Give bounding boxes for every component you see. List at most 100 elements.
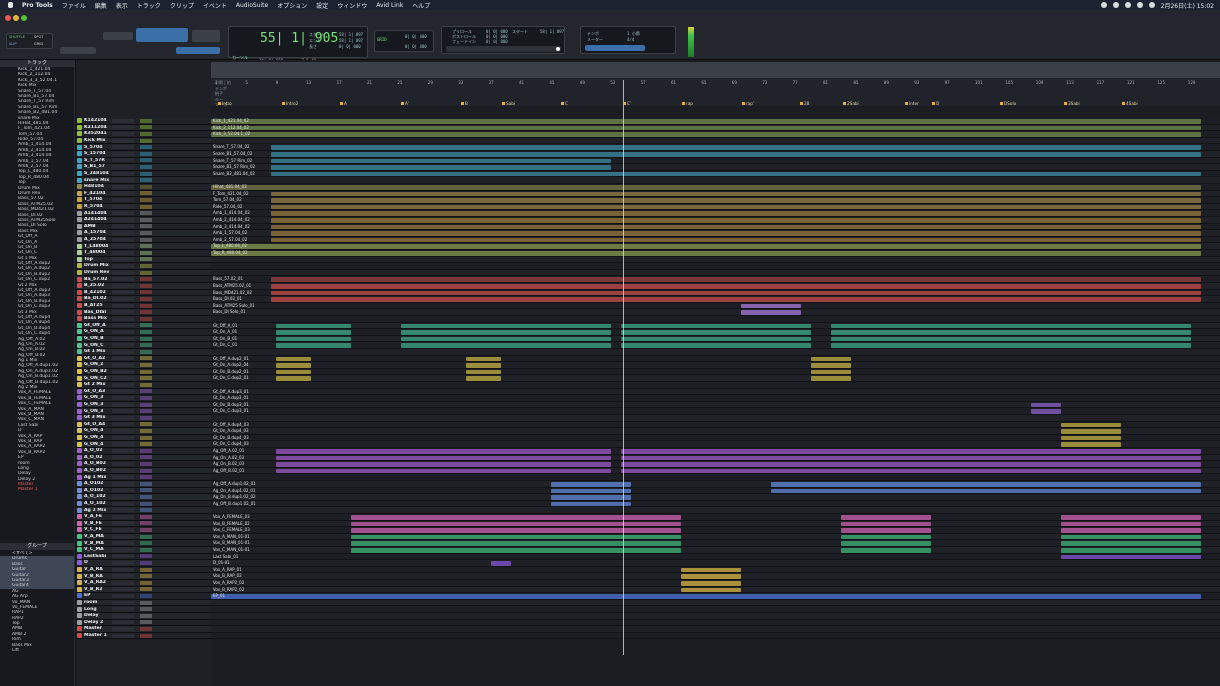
status-icon[interactable] — [1112, 2, 1119, 8]
track-buttons[interactable] — [112, 277, 134, 282]
audio-clip[interactable] — [271, 277, 1201, 282]
audio-clip[interactable] — [1061, 521, 1201, 527]
insert-slot[interactable] — [140, 244, 152, 249]
track-lane[interactable]: Gt_Off_A_01 — [211, 322, 1220, 330]
track-name[interactable]: A_O_B02 — [82, 461, 110, 466]
track-header-row[interactable]: V_B_RA — [76, 573, 211, 580]
grid-mode-button[interactable]: GRID — [34, 42, 43, 46]
track-header-row[interactable]: G_ON_B — [76, 335, 211, 343]
audio-clip[interactable] — [276, 376, 311, 381]
audio-clip[interactable] — [551, 495, 631, 500]
insert-slot[interactable] — [140, 382, 152, 387]
track-lane[interactable]: Gt_On_A_01 — [211, 329, 1220, 336]
track-lane[interactable]: Vox_B_FEMALE_02 — [211, 520, 1220, 528]
audio-clip[interactable] — [551, 501, 631, 507]
track-lane[interactable]: Ag_On_A.02_03 — [211, 454, 1220, 462]
track-header-row[interactable]: Master 1 — [76, 632, 211, 640]
track-name[interactable]: R_5704 — [82, 204, 110, 209]
track-lane[interactable] — [211, 256, 1220, 264]
track-name[interactable]: Gt 3 Mix — [82, 415, 110, 420]
edit-tools[interactable] — [136, 28, 188, 42]
audio-clip[interactable] — [276, 323, 351, 329]
track-lane[interactable]: Amb_2_414.04_02 — [211, 217, 1220, 224]
track-header-row[interactable]: G_ON_C — [76, 342, 211, 349]
audio-clip[interactable] — [351, 534, 681, 540]
zoom-buttons[interactable] — [103, 32, 133, 40]
track-lane[interactable] — [211, 619, 1220, 627]
menu-audiosuite[interactable]: AudioSuite — [236, 2, 268, 9]
main-counter[interactable]: 55| 1| 905 — [260, 31, 338, 46]
insert-slot[interactable] — [140, 541, 152, 546]
track-buttons[interactable] — [112, 428, 134, 433]
track-header-row[interactable]: S_B1_57 — [76, 164, 211, 171]
zoom-presets[interactable] — [60, 47, 96, 54]
track-lane[interactable] — [211, 474, 1220, 481]
track-buttons[interactable] — [112, 580, 134, 585]
track-name[interactable]: room — [82, 600, 110, 605]
track-header-row[interactable]: Drum Rev — [76, 269, 211, 277]
track-name[interactable]: G_ON_C — [82, 343, 110, 348]
audio-clip[interactable] — [211, 119, 1201, 124]
marker[interactable]: rap' — [742, 101, 754, 106]
audio-clip[interactable] — [771, 482, 1201, 487]
track-lane[interactable]: Kick_2_112.04_02 — [211, 124, 1220, 132]
track-header-row[interactable]: S_5704 — [76, 144, 211, 151]
audio-clip[interactable] — [211, 125, 1201, 131]
track-buttons[interactable] — [112, 481, 134, 486]
track-lane[interactable]: Gt_Off_A.dup2_01 — [211, 355, 1220, 363]
track-header-row[interactable]: A_O_102 — [76, 500, 211, 508]
audio-clip[interactable] — [271, 224, 1201, 230]
audio-clip[interactable] — [271, 297, 1201, 302]
track-header-row[interactable]: Drum Mix — [76, 263, 211, 270]
track-header-row[interactable]: G_ON_4 — [76, 441, 211, 448]
track-lane[interactable]: Gt_On_A.dup4_03 — [211, 428, 1220, 435]
track-lane[interactable]: Gt_Off_A.dup3_01 — [211, 388, 1220, 396]
insert-slot[interactable] — [140, 356, 152, 361]
track-buttons[interactable] — [112, 626, 134, 631]
track-name[interactable]: A_O_02 — [82, 455, 110, 460]
menu-edit[interactable]: 編集 — [95, 1, 107, 10]
track-buttons[interactable] — [112, 310, 134, 315]
track-buttons[interactable] — [112, 422, 134, 427]
track-header-row[interactable]: A_O102 — [76, 487, 211, 495]
track-lane[interactable]: Hihat_481.04_02 — [211, 184, 1220, 191]
track-lane[interactable]: F_Tom_421.04_02 — [211, 190, 1220, 198]
insert-slot[interactable] — [140, 217, 152, 222]
audio-clip[interactable] — [271, 237, 1201, 243]
track-name[interactable]: A241404 — [82, 217, 110, 222]
track-header-row[interactable]: Delay — [76, 613, 211, 620]
audio-clip[interactable] — [841, 548, 931, 553]
track-buttons[interactable] — [112, 442, 134, 447]
insert-slot[interactable] — [140, 521, 152, 526]
insert-slot[interactable] — [140, 481, 152, 486]
track-name[interactable]: V_B_FE — [82, 521, 110, 526]
insert-slot[interactable] — [140, 151, 152, 156]
track-buttons[interactable] — [112, 435, 134, 440]
tracks-list-header[interactable]: トラック — [0, 60, 74, 67]
audio-clip[interactable] — [551, 488, 631, 494]
track-buttons[interactable] — [112, 534, 134, 539]
track-buttons[interactable] — [112, 409, 134, 414]
marker[interactable]: A — [340, 101, 347, 106]
audio-clip[interactable] — [841, 534, 931, 540]
track-buttons[interactable] — [112, 138, 134, 143]
audio-clip[interactable] — [841, 541, 931, 546]
insert-slot[interactable] — [140, 580, 152, 585]
audio-clip[interactable] — [401, 343, 611, 348]
audio-clip[interactable] — [351, 548, 681, 553]
track-lane[interactable]: Gt_On_C.dup3_01 — [211, 408, 1220, 415]
track-header-row[interactable]: Master — [76, 626, 211, 633]
track-name[interactable]: Master 1 — [82, 633, 110, 638]
track-header-row[interactable]: A_O_B02 — [76, 467, 211, 475]
track-header-row[interactable]: Gt_Off_A — [76, 322, 211, 330]
track-header-row[interactable]: G_ON_4 — [76, 428, 211, 435]
insert-slot[interactable] — [140, 508, 152, 513]
insert-slot[interactable] — [140, 435, 152, 440]
insert-slot[interactable] — [140, 428, 152, 433]
track-lane[interactable]: Gt_On_B_01 — [211, 335, 1220, 343]
track-header-row[interactable]: Gt_O_A4 — [76, 421, 211, 429]
track-lane[interactable]: Snare_B1_57 Rim_02 — [211, 164, 1220, 171]
menu-file[interactable]: ファイル — [62, 1, 86, 10]
insert-slot[interactable] — [140, 270, 152, 275]
track-lane[interactable]: Tom_57.04_02 — [211, 197, 1220, 204]
